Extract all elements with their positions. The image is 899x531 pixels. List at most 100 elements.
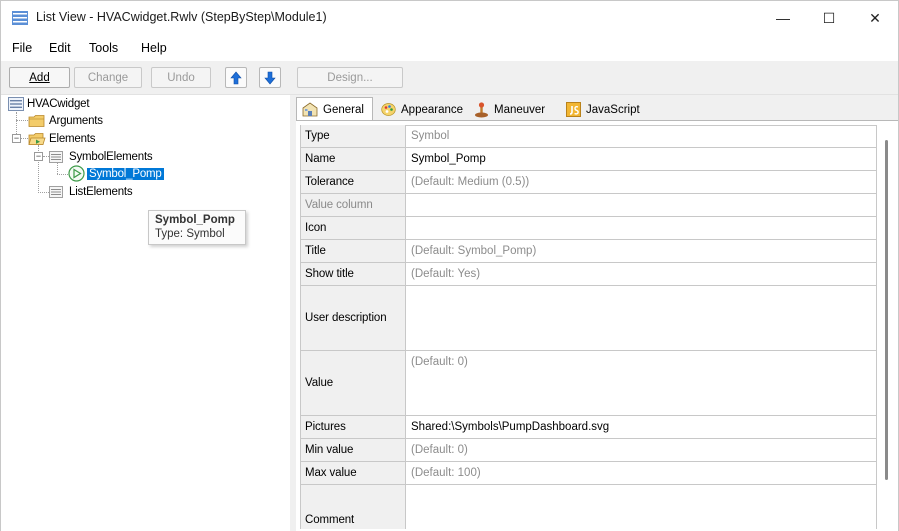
tree-line: [20, 138, 28, 139]
folder-icon: [28, 114, 45, 127]
tree-label-arguments: Arguments: [49, 114, 103, 127]
tree-label-listelements: ListElements: [69, 185, 133, 198]
property-name: Min value: [300, 439, 406, 461]
minimize-button[interactable]: —: [760, 1, 806, 35]
property-panel: Type Symbol Name Symbol_Pomp Tolerance (…: [296, 120, 898, 531]
palette-icon: [380, 102, 396, 118]
property-row[interactable]: Value (Default: 0): [300, 351, 877, 416]
property-value[interactable]: (Default: Medium (0.5)): [406, 171, 877, 193]
property-value[interactable]: [406, 286, 877, 350]
tree-label-root: HVACwidget: [27, 97, 90, 110]
tooltip-type: Type: Symbol: [155, 228, 225, 240]
property-value[interactable]: Shared:\Symbols\PumpDashboard.svg: [406, 416, 877, 438]
property-name: Comment: [300, 485, 406, 529]
tree-node-arguments[interactable]: Arguments: [28, 112, 103, 129]
property-row[interactable]: Name Symbol_Pomp: [300, 148, 877, 171]
element-tree[interactable]: HVACwidget Arguments − Elements − Symbol…: [1, 95, 290, 531]
property-row[interactable]: Min value (Default: 0): [300, 439, 877, 462]
maximize-button[interactable]: ☐: [806, 1, 852, 35]
property-value[interactable]: [406, 194, 877, 216]
property-value[interactable]: (Default: 100): [406, 462, 877, 484]
window-title: List View - HVACwidget.Rwlv (StepByStep\…: [36, 10, 327, 24]
property-row[interactable]: User description: [300, 286, 877, 351]
property-value[interactable]: [406, 217, 877, 239]
list-view-window: List View - HVACwidget.Rwlv (StepByStep\…: [0, 0, 899, 531]
tree-line: [16, 120, 28, 121]
tree-node-root[interactable]: HVACwidget: [8, 95, 90, 112]
list-view-app-icon: [12, 11, 28, 25]
property-row[interactable]: Max value (Default: 100): [300, 462, 877, 485]
property-name: Show title: [300, 263, 406, 285]
menu-bar: File Edit Tools Help: [1, 35, 898, 61]
property-name: Type: [300, 125, 406, 147]
tree-node-symbol-pomp[interactable]: Symbol_Pomp: [68, 165, 164, 182]
undo-button[interactable]: Undo: [151, 67, 211, 88]
tooltip-title: Symbol_Pomp: [155, 214, 235, 226]
property-value[interactable]: (Default: 0): [406, 351, 877, 415]
menu-help[interactable]: Help: [141, 41, 167, 55]
arrow-down-icon: [264, 71, 276, 84]
tree-node-elements[interactable]: Elements: [28, 130, 96, 147]
move-up-button[interactable]: [225, 67, 247, 88]
title-bar: List View - HVACwidget.Rwlv (StepByStep\…: [1, 1, 898, 35]
menu-tools[interactable]: Tools: [89, 41, 118, 55]
property-name: Icon: [300, 217, 406, 239]
tab-general[interactable]: General: [296, 97, 373, 121]
add-button-label: Add: [29, 71, 50, 84]
property-value[interactable]: (Default: Symbol_Pomp): [406, 240, 877, 262]
collapse-elements-icon[interactable]: −: [12, 134, 21, 143]
add-button[interactable]: Add: [9, 67, 70, 88]
vertical-scrollbar[interactable]: [879, 124, 895, 529]
close-button[interactable]: ✕: [852, 1, 898, 35]
tree-label-elements: Elements: [49, 132, 96, 145]
property-row[interactable]: Pictures Shared:\Symbols\PumpDashboard.s…: [300, 416, 877, 439]
list-icon: [49, 150, 63, 163]
joystick-icon: [473, 101, 489, 118]
tab-javascript-label: JavaScript: [586, 103, 640, 116]
tab-maneuver[interactable]: Maneuver: [468, 99, 550, 120]
menu-file[interactable]: File: [12, 41, 32, 55]
tree-line: [57, 174, 68, 175]
property-row[interactable]: Comment: [300, 485, 877, 529]
property-name: Name: [300, 148, 406, 170]
property-value[interactable]: (Default: 0): [406, 439, 877, 461]
design-button[interactable]: Design...: [297, 67, 403, 88]
tab-general-label: General: [323, 103, 364, 116]
property-row[interactable]: Show title (Default: Yes): [300, 263, 877, 286]
property-value[interactable]: Symbol_Pomp: [406, 148, 877, 170]
collapse-symbolelements-icon[interactable]: −: [34, 152, 43, 161]
tab-javascript[interactable]: JavaScript: [560, 99, 645, 120]
toolbar: Add Change Undo Design...: [1, 61, 898, 95]
menu-edit[interactable]: Edit: [49, 41, 71, 55]
property-row[interactable]: Value column: [300, 194, 877, 217]
change-button[interactable]: Change: [74, 67, 142, 88]
tab-appearance[interactable]: Appearance: [375, 99, 468, 120]
property-row[interactable]: Type Symbol: [300, 125, 877, 148]
property-value[interactable]: [406, 485, 877, 529]
tree-label-symbol-pomp: Symbol_Pomp: [87, 167, 164, 180]
property-name: Max value: [300, 462, 406, 484]
property-name: Title: [300, 240, 406, 262]
property-row[interactable]: Title (Default: Symbol_Pomp): [300, 240, 877, 263]
symbol-play-icon: [68, 165, 85, 182]
folder-open-icon: [28, 132, 46, 145]
tab-appearance-label: Appearance: [401, 103, 464, 116]
property-value[interactable]: (Default: Yes): [406, 263, 877, 285]
tree-label-symbolelements: SymbolElements: [69, 150, 153, 163]
design-button-label: Design...: [327, 71, 373, 84]
property-row[interactable]: Icon: [300, 217, 877, 240]
list-icon: [8, 96, 24, 111]
move-down-button[interactable]: [259, 67, 281, 88]
tab-maneuver-label: Maneuver: [494, 103, 546, 116]
tree-node-symbolelements[interactable]: SymbolElements: [49, 148, 153, 165]
general-tab-icon: [302, 102, 318, 118]
property-row[interactable]: Tolerance (Default: Medium (0.5)): [300, 171, 877, 194]
scrollbar-thumb[interactable]: [885, 140, 888, 480]
close-icon: ✕: [869, 9, 881, 26]
minimize-icon: —: [776, 10, 790, 26]
tree-node-listelements[interactable]: ListElements: [49, 183, 133, 200]
property-tabs: General Appearance Maneuver JavaScript: [296, 97, 896, 121]
property-name: Pictures: [300, 416, 406, 438]
tree-line: [38, 192, 49, 193]
tree-tooltip: Symbol_Pomp Type: Symbol: [148, 210, 246, 245]
